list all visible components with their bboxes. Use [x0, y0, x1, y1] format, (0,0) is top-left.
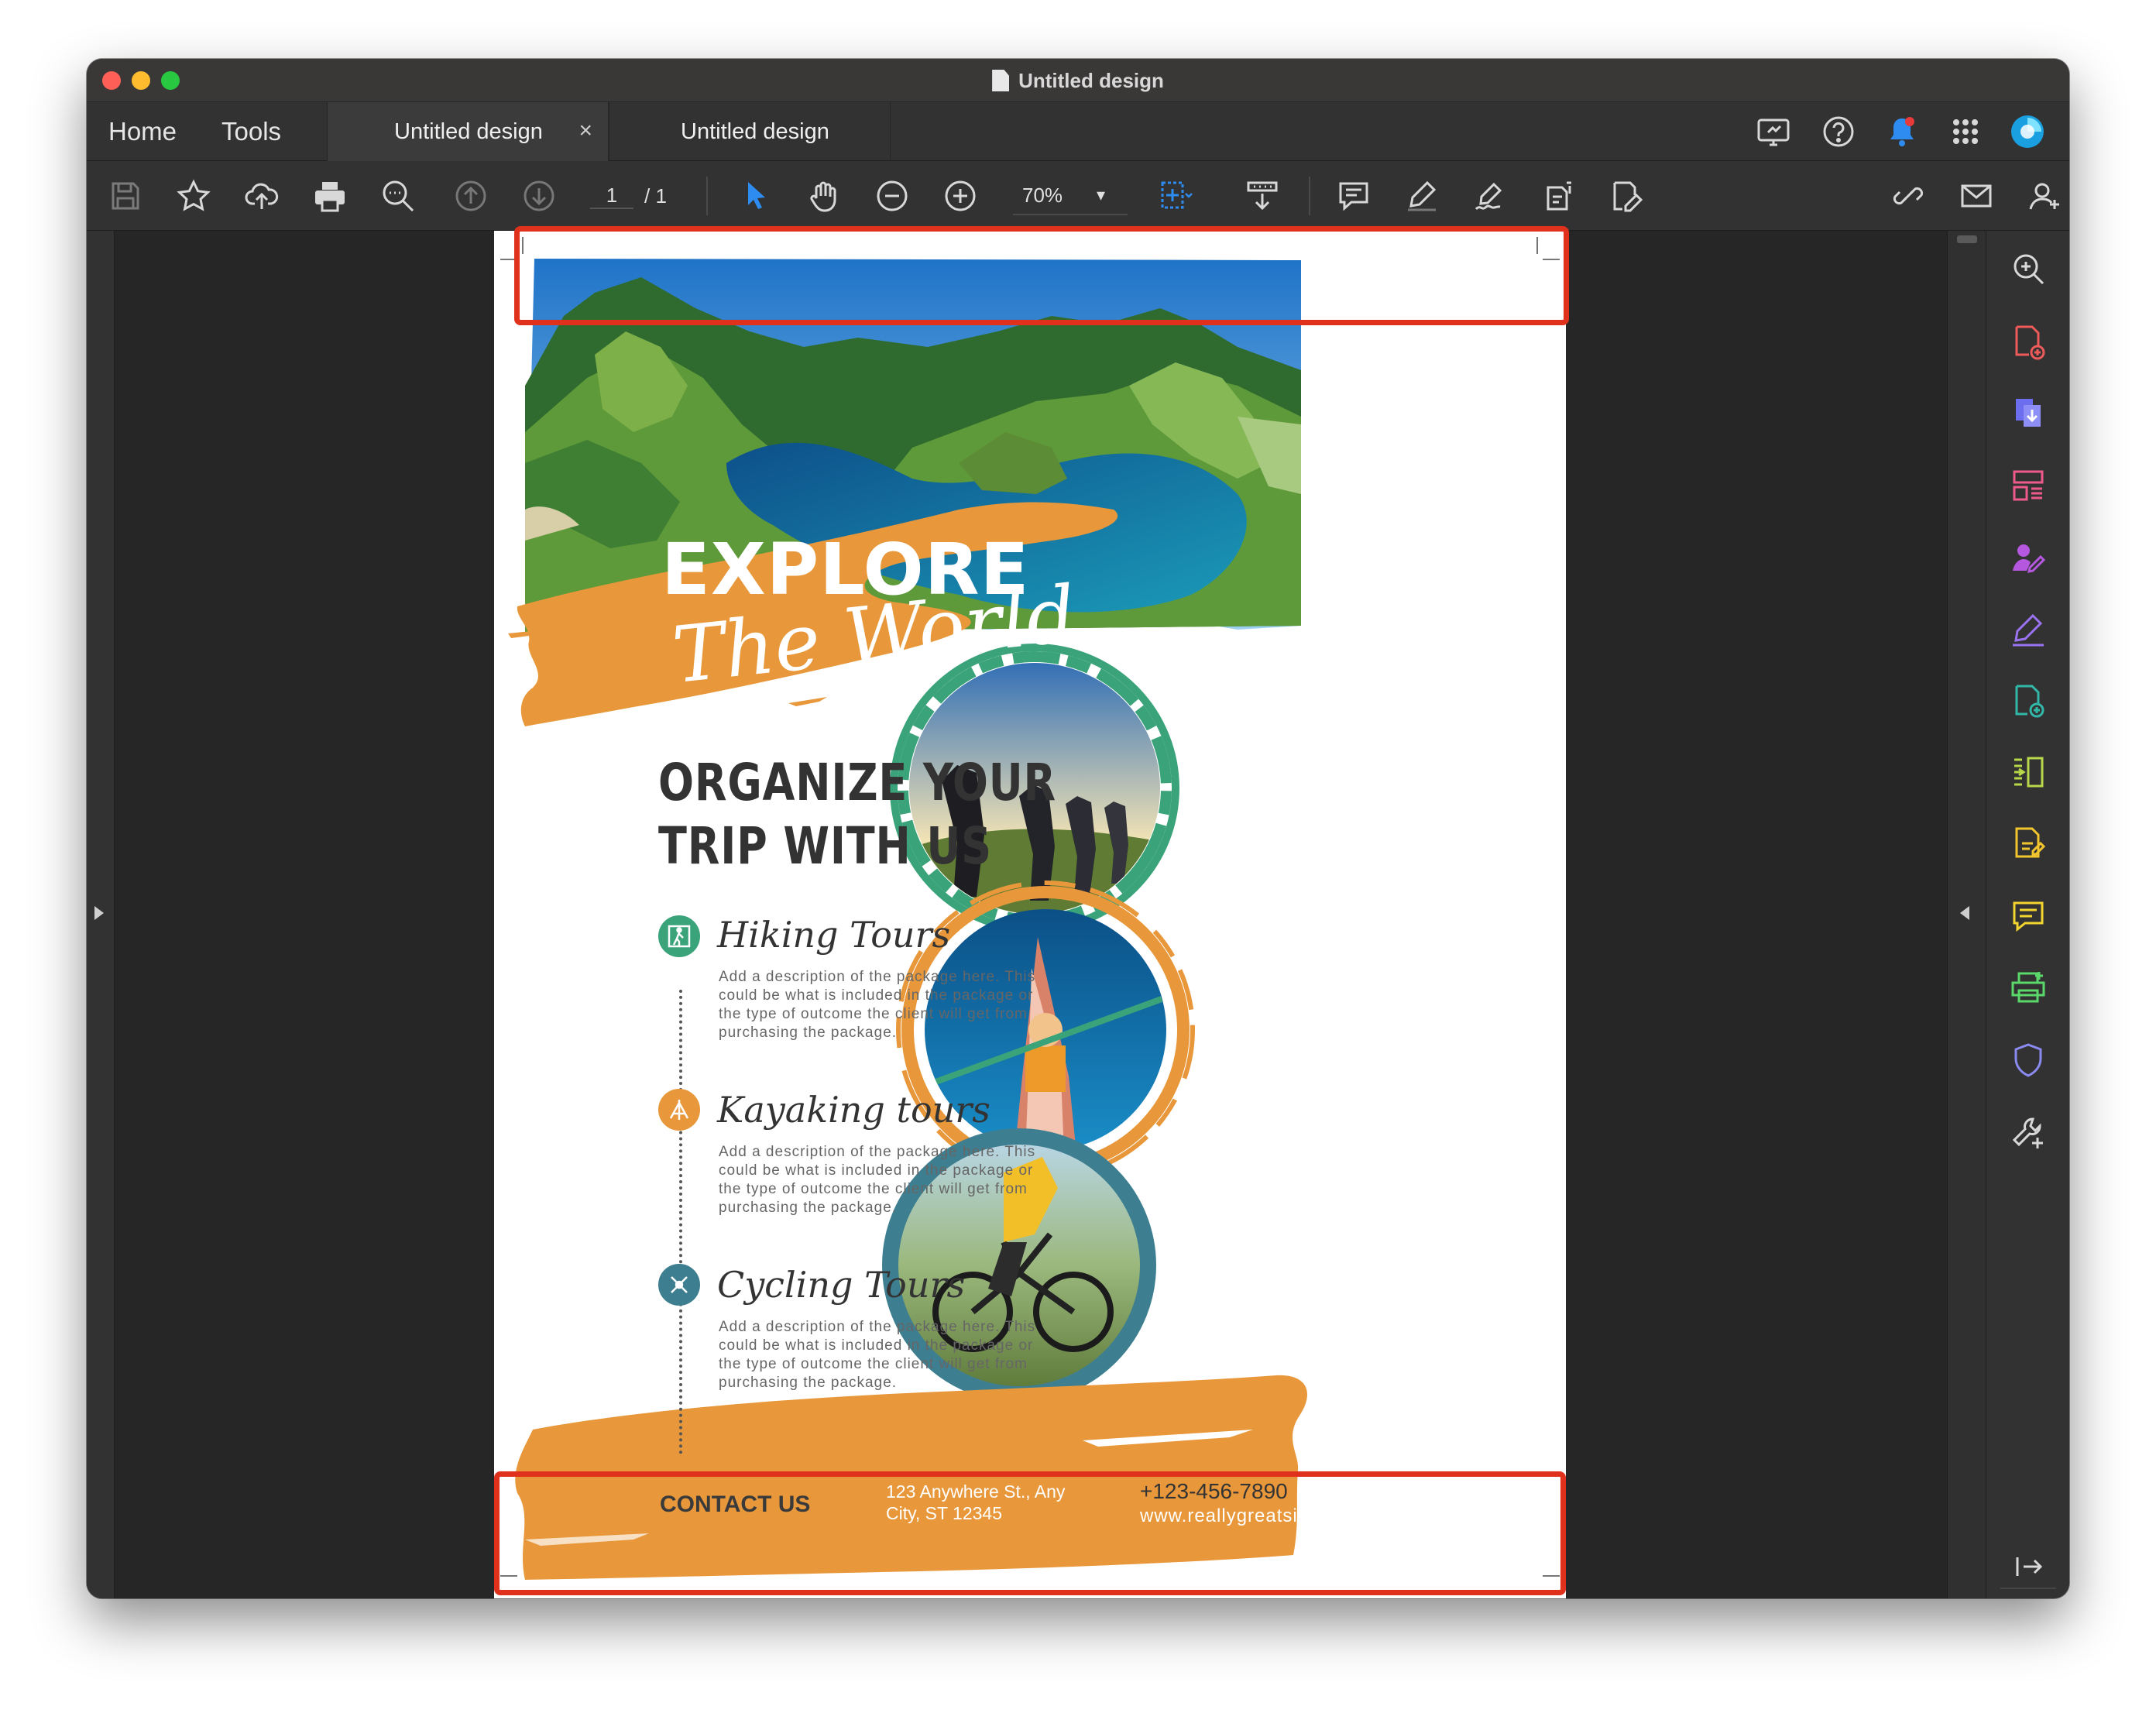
fill-sign-icon[interactable]	[2007, 609, 2049, 651]
tab-label: Untitled design	[681, 118, 829, 144]
fit-page-icon[interactable]	[1154, 174, 1197, 218]
hiking-icon	[658, 915, 700, 957]
organize-pages-icon[interactable]	[2007, 465, 2049, 506]
chevron-right-icon[interactable]	[94, 906, 104, 920]
notification-bell-icon[interactable]	[1880, 110, 1924, 153]
hand-pan-icon[interactable]	[802, 174, 846, 218]
collapse-panel-icon[interactable]	[2007, 1546, 2049, 1588]
kayaking-icon	[658, 1089, 700, 1131]
page-total: / 1	[644, 184, 667, 208]
zoom-search-icon[interactable]	[376, 174, 420, 218]
edit-pdf-icon[interactable]	[1605, 174, 1648, 218]
tab-close-button[interactable]: ×	[578, 119, 592, 142]
print-icon[interactable]	[308, 174, 352, 218]
headline-line-1: ORGANIZE YOUR	[658, 753, 1057, 812]
zoom-level-value: 70%	[1022, 183, 1063, 207]
export-pdf-icon[interactable]	[2007, 392, 2049, 434]
tour-desc-hiking: Add a description of the package here. T…	[719, 969, 1036, 1041]
compress-pdf-icon[interactable]	[2007, 751, 2049, 793]
chevron-down-icon: ▾	[1097, 185, 1106, 204]
bookmark-star-icon[interactable]	[172, 174, 215, 218]
vertical-scrollbar[interactable]	[1947, 231, 1986, 1598]
nav-tools[interactable]: Tools	[221, 102, 281, 161]
document-icon	[992, 70, 1010, 91]
tour-title-cycling: Cycling Tours	[717, 1264, 966, 1306]
highlight-pen-icon[interactable]	[1400, 174, 1444, 218]
flyer-headline: ORGANIZE YOUR TRIP WITH US	[658, 751, 1056, 878]
page-number-field[interactable]: 1 / 1	[590, 180, 667, 212]
share-link-icon[interactable]	[1886, 174, 1930, 218]
cycling-icon	[658, 1264, 700, 1306]
tour-title-kayaking: Kayaking tours	[717, 1089, 990, 1131]
scrollbar-thumb[interactable]	[1957, 235, 1977, 243]
tab-untitled-design-2[interactable]: Untitled design	[609, 102, 891, 161]
help-icon[interactable]	[1817, 110, 1860, 153]
tab-label: Untitled design	[394, 118, 543, 144]
scroll-mode-icon[interactable]	[1241, 174, 1284, 218]
cloud-upload-icon[interactable]	[240, 174, 283, 218]
tour-title-hiking: Hiking Tours	[717, 914, 951, 956]
add-user-icon[interactable]	[2023, 174, 2066, 218]
zoom-in-icon[interactable]	[939, 174, 982, 218]
tab-untitled-design-1[interactable]: Untitled design ×	[327, 102, 609, 161]
protect-icon[interactable]	[2007, 1039, 2049, 1081]
tour-desc-kayaking: Add a description of the package here. T…	[719, 1144, 1036, 1216]
header-highlight-box	[514, 226, 1569, 325]
nav-home[interactable]: Home	[108, 102, 177, 161]
rotate-page-icon[interactable]	[1536, 174, 1580, 218]
search-zoom-icon[interactable]	[2007, 248, 2049, 290]
sign-icon[interactable]	[1468, 174, 1512, 218]
email-icon[interactable]	[1955, 174, 1998, 218]
chevron-left-icon[interactable]	[1960, 906, 1969, 920]
page-current[interactable]: 1	[590, 184, 633, 209]
left-panel-toggle[interactable]	[87, 231, 115, 1598]
edit-pdf-icon[interactable]	[2007, 822, 2049, 864]
create-pdf-icon[interactable]	[2007, 321, 2049, 362]
request-signature-icon[interactable]	[2007, 537, 2049, 579]
footer-highlight-box	[494, 1471, 1566, 1595]
apps-grid-icon[interactable]	[1944, 110, 1987, 153]
main-toolbar: 1 / 1 70% ▾	[87, 161, 2069, 231]
save-icon[interactable]	[104, 174, 147, 218]
select-cursor-icon[interactable]	[734, 174, 778, 218]
screen-share-icon[interactable]	[1752, 110, 1795, 153]
tour-timeline	[679, 990, 682, 1454]
pdf-page: EXPLORE The World ORGANIZE YOUR TRIP WIT…	[494, 231, 1566, 1598]
page-down-icon[interactable]	[517, 174, 561, 218]
document-viewer[interactable]: EXPLORE The World ORGANIZE YOUR TRIP WIT…	[87, 226, 1986, 1598]
comment-icon[interactable]	[2007, 895, 2049, 937]
window-title-text: Untitled design	[1018, 68, 1164, 92]
window-title: Untitled design	[87, 59, 2069, 102]
zoom-level-select[interactable]: 70% ▾	[1013, 177, 1128, 215]
title-bar: Untitled design	[87, 59, 2069, 102]
page-up-icon[interactable]	[449, 174, 493, 218]
comment-icon[interactable]	[1332, 174, 1375, 218]
more-tools-icon[interactable]	[2007, 1112, 2049, 1154]
flyer-artwork	[508, 259, 1307, 1580]
tour-desc-cycling: Add a description of the package here. T…	[719, 1319, 1036, 1391]
scan-ocr-icon[interactable]	[2007, 966, 2049, 1008]
right-tools-panel	[1986, 231, 2069, 1598]
pdf-app-window: Untitled design Home Tools Untitled desi…	[87, 59, 2069, 1598]
profile-avatar-icon[interactable]	[2006, 110, 2049, 153]
headline-line-2: TRIP WITH US	[658, 816, 992, 876]
zoom-out-icon[interactable]	[870, 174, 914, 218]
combine-files-icon[interactable]	[2007, 680, 2049, 722]
tab-bar: Home Tools Untitled design × Untitled de…	[87, 102, 2069, 161]
